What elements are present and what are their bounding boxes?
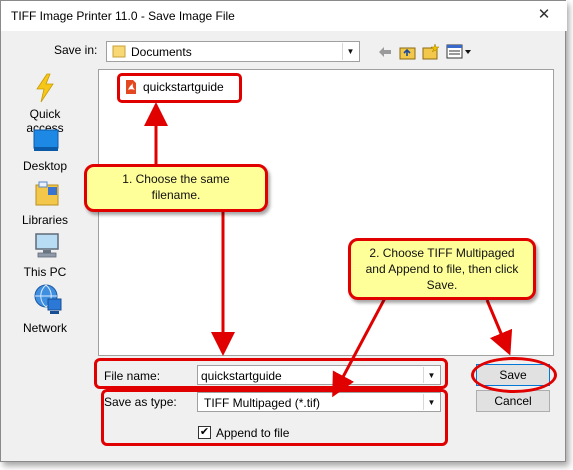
callout-step-1: 1. Choose the same filename.: [84, 164, 268, 212]
arrow-to-save: [485, 299, 513, 356]
callout-step-2: 2. Choose TIFF Multipaged and Append to …: [348, 238, 536, 300]
callout-text: 2. Choose TIFF Multipaged and Append to …: [365, 246, 519, 292]
callout-text: 1. Choose the same filename.: [122, 172, 230, 202]
arrow-to-save-type: [332, 297, 387, 398]
annotation-arrows: [144, 102, 513, 398]
